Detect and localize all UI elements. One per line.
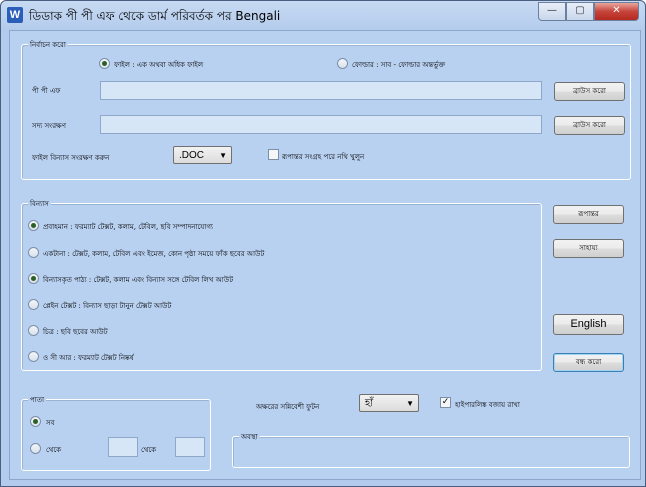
pages-all-label: সব xyxy=(46,419,55,427)
title-bar[interactable]: W ডিডাক পী পী এফ থেকে ডার্ম পরিবর্তক পর … xyxy=(1,1,645,29)
conversion-group-label: নির্বাচন করো xyxy=(28,39,68,51)
layout-radio-flowing[interactable] xyxy=(28,220,39,231)
layout-radio-plain[interactable] xyxy=(28,299,39,310)
file-radio[interactable] xyxy=(99,58,110,69)
pages-group: পাতা সব থেকে থেকে xyxy=(21,394,211,471)
pages-range-radio[interactable] xyxy=(30,443,41,454)
status-group-label: অবস্থা xyxy=(239,431,260,443)
pages-to-label: থেকে xyxy=(141,446,157,454)
status-group: অবস্থা xyxy=(232,431,630,468)
pdf-path-input[interactable] xyxy=(100,81,542,100)
layout-label-plain: প্লেইন টেক্সট : বিন্যাস ছাড়া টানুন টেক্… xyxy=(43,302,172,310)
pages-group-label: পাতা xyxy=(28,394,47,406)
layout-label-flowing: প্রবাহমান : ফরম্যাট টেক্সট, কলাম, টেবিল,… xyxy=(43,223,213,231)
maximize-button[interactable]: ▢ xyxy=(566,2,594,21)
folder-radio-label: ফোল্ডার : সাব - ফোল্ডার অন্তর্ভুক্ত xyxy=(352,61,446,69)
layout-radio-ocr[interactable] xyxy=(28,351,39,362)
layout-label-image: চিত্র : ছবি ছবের আউট xyxy=(43,328,108,336)
chevron-down-icon: ▼ xyxy=(219,151,227,160)
open-after-label: রূপান্তর সংগ্রহ পরে নথি খুলুন xyxy=(282,153,365,161)
image-quality-value: হাঁ xyxy=(365,398,374,409)
browse-pdf-button[interactable]: ব্রাউস করো xyxy=(554,82,625,101)
conversion-group: নির্বাচন করো ফাইল : এক অথবা অধিক ফাইল ফো… xyxy=(21,39,631,180)
layout-radio-continuous[interactable] xyxy=(28,247,39,258)
close-window-button[interactable]: ✕ xyxy=(594,2,639,21)
open-after-checkbox[interactable] xyxy=(268,149,279,160)
layout-group: বিন্যাস প্রবাহমান : ফরম্যাট টেক্সট, কলাম… xyxy=(21,198,542,371)
format-label: ফাইল বিন্যাস সংরক্ষণ করুন xyxy=(32,154,110,162)
hyperlink-label: হাইপারলিঙ্ক বজায় রাখা xyxy=(455,401,520,409)
app-window: W ডিডাক পী পী এফ থেকে ডার্ম পরিবর্তক পর … xyxy=(0,0,646,487)
help-button[interactable]: সাহায্য xyxy=(553,239,624,258)
image-quality-select[interactable]: হাঁ ▼ xyxy=(359,394,419,412)
pages-all-radio[interactable] xyxy=(30,416,41,427)
page-from-input[interactable] xyxy=(108,437,138,457)
convert-button[interactable]: রূপান্তর xyxy=(553,205,624,224)
format-select-value: .DOC xyxy=(179,150,204,161)
pdf-path-label: পী পী এফ xyxy=(32,87,61,95)
save-path-input[interactable] xyxy=(100,115,542,134)
folder-radio[interactable] xyxy=(337,58,348,69)
chevron-down-icon: ▼ xyxy=(406,399,414,408)
layout-label-ocr: ও সী আর : ফরম্যাট টেক্সট নিষ্কর্ষ xyxy=(43,354,134,362)
caption-buttons: — ▢ ✕ xyxy=(538,2,639,21)
page-to-input[interactable] xyxy=(175,437,205,457)
image-quality-label: অক্ষরের সন্নিবেশী ফুটন xyxy=(256,403,320,411)
english-button[interactable]: English xyxy=(553,314,624,335)
hyperlink-checkbox[interactable]: ✓ xyxy=(440,397,451,408)
client-area: নির্বাচন করো ফাইল : এক অথবা অধিক ফাইল ফো… xyxy=(9,30,641,480)
file-radio-label: ফাইল : এক অথবা অধিক ফাইল xyxy=(114,61,204,69)
minimize-button[interactable]: — xyxy=(538,2,566,21)
layout-group-label: বিন্যাস xyxy=(28,198,51,210)
layout-label-continuous: একটানা : টেক্সট, কলাম, টেবিল এবং ইমেজ, ক… xyxy=(43,250,265,258)
pages-from-label: থেকে xyxy=(46,446,62,454)
close-button[interactable]: বন্ধ করো xyxy=(553,353,624,372)
layout-label-formatted: বিন্যাসকৃত পাঠ্য : টেক্সট, কলাম এবং বিন্… xyxy=(43,276,234,284)
browse-save-button[interactable]: ব্রাউস করো xyxy=(554,116,625,135)
app-word-icon[interactable]: W xyxy=(7,7,23,23)
save-path-label: সদ্য সংরক্ষণ xyxy=(32,122,66,130)
format-select[interactable]: .DOC ▼ xyxy=(173,146,232,164)
layout-radio-image[interactable] xyxy=(28,325,39,336)
layout-radio-formatted[interactable] xyxy=(28,273,39,284)
window-title: ডিডাক পী পী এফ থেকে ডার্ম পরিবর্তক পর Be… xyxy=(29,9,281,23)
